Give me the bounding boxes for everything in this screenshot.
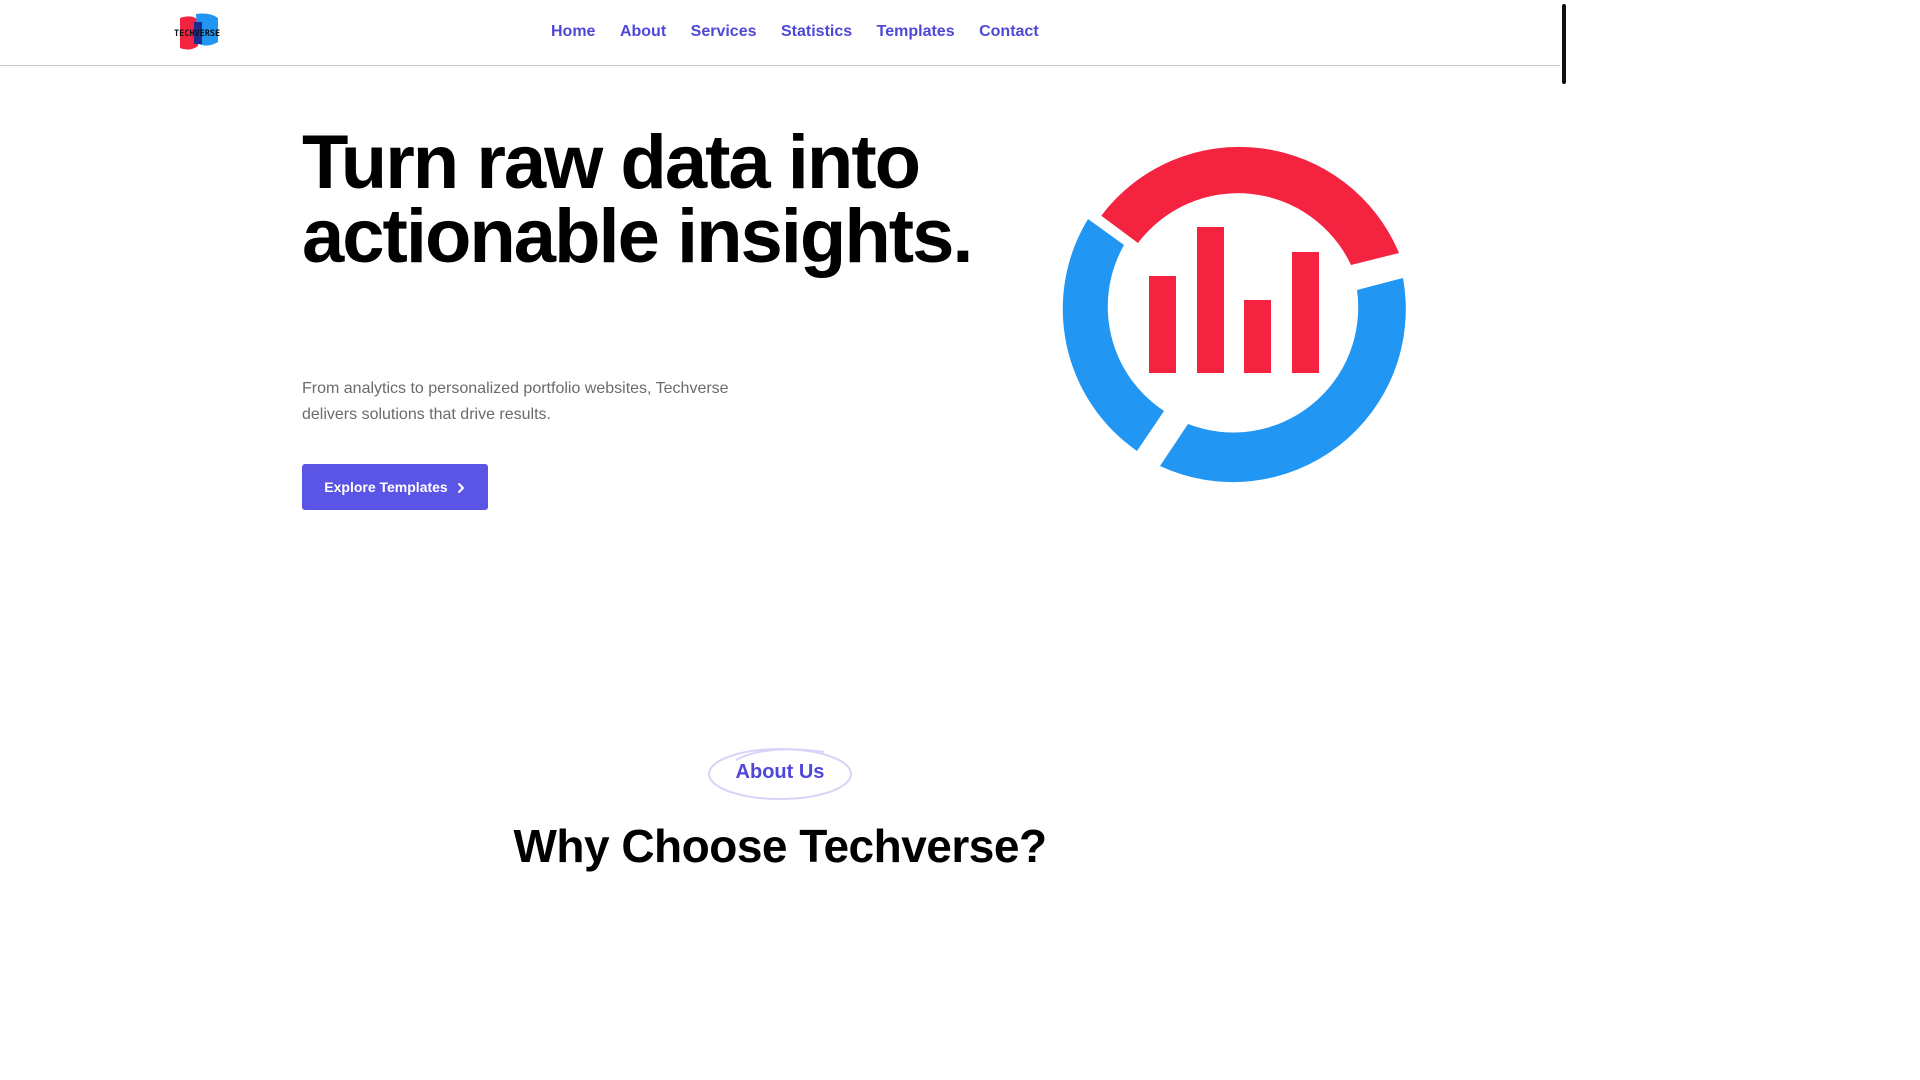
nav-about[interactable]: About	[620, 22, 666, 42]
nav-home[interactable]: Home	[551, 22, 595, 42]
bar-1	[1149, 276, 1176, 373]
analytics-chart-icon	[1060, 133, 1410, 483]
bar-3	[1244, 300, 1271, 373]
about-us-badge: About Us	[706, 746, 854, 802]
nav-contact[interactable]: Contact	[979, 22, 1039, 42]
hero-subtitle: From analytics to personalized portfolio…	[302, 380, 729, 423]
page: TECHVERSE Home About Services Statistics…	[0, 0, 1568, 882]
nav-services[interactable]: Services	[691, 22, 757, 42]
main-nav: Home About Services Statistics Templates…	[551, 22, 1063, 42]
explore-templates-label: Explore Templates	[324, 479, 448, 495]
page-scrollbar[interactable]	[1562, 4, 1566, 84]
nav-statistics[interactable]: Statistics	[781, 22, 852, 42]
explore-templates-button[interactable]: Explore Templates	[302, 464, 488, 510]
site-header: TECHVERSE Home About Services Statistics…	[0, 0, 1560, 66]
hero-title: Turn raw data into actionable insights.	[302, 120, 973, 279]
logo-wordmark: TECHVERSE	[174, 29, 220, 39]
techverse-logo[interactable]: TECHVERSE	[172, 12, 226, 54]
section-title: Why Choose Techverse?	[513, 820, 1047, 872]
bar-2	[1197, 227, 1224, 373]
about-us-label: About Us	[735, 761, 825, 783]
chevron-right-icon	[456, 481, 466, 493]
ring-segment-blue-right	[1160, 278, 1406, 483]
bar-4	[1292, 252, 1319, 373]
nav-templates[interactable]: Templates	[877, 22, 955, 42]
ring-segment-red	[1101, 146, 1399, 265]
ring-segment-blue-left	[1062, 219, 1164, 451]
